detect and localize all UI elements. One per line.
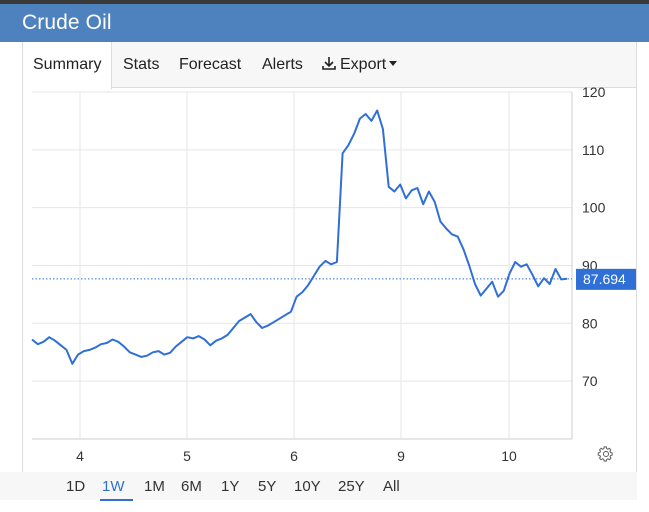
range-button-5y[interactable]: 5Y — [258, 478, 276, 495]
y-tick-label: 70 — [582, 373, 598, 389]
price-series-line — [31, 109, 568, 365]
price-chart[interactable]: 7080901001101204 5 6 9 1087.694 — [0, 0, 649, 512]
y-tick-label: 100 — [582, 200, 606, 216]
range-active-underline — [100, 499, 133, 501]
range-button-10y[interactable]: 10Y — [294, 478, 321, 495]
range-button-25y[interactable]: 25Y — [338, 478, 365, 495]
x-tick-label: 5 — [183, 448, 191, 464]
range-button-1y[interactable]: 1Y — [221, 478, 239, 495]
x-tick-label: 4 — [76, 448, 84, 464]
x-tick-label: 9 — [397, 448, 405, 464]
range-selector: 1D 1W 1M 6M 1Y 5Y 10Y 25Y All — [0, 472, 637, 501]
range-button-6m[interactable]: 6M — [181, 478, 202, 495]
x-tick-label: 6 — [290, 448, 298, 464]
y-tick-label: 120 — [582, 84, 606, 100]
y-tick-label: 110 — [582, 142, 605, 158]
gear-icon[interactable] — [597, 445, 615, 463]
x-tick-label: 10 — [501, 448, 517, 464]
last-price-label: 87.694 — [583, 271, 626, 287]
range-button-1m[interactable]: 1M — [144, 478, 165, 495]
y-tick-label: 80 — [582, 315, 598, 331]
range-button-1w[interactable]: 1W — [102, 478, 125, 495]
range-button-all[interactable]: All — [383, 478, 400, 495]
range-button-1d[interactable]: 1D — [66, 478, 85, 495]
